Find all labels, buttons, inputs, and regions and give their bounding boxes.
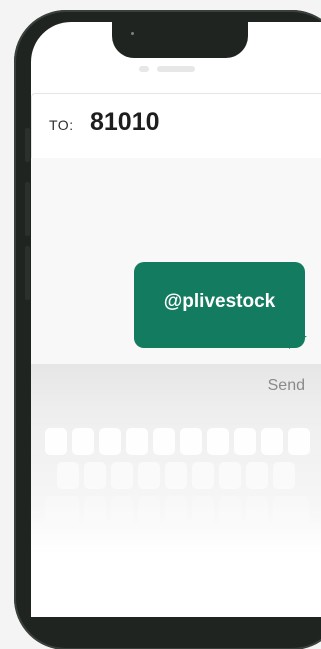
keyboard-key[interactable] bbox=[192, 462, 214, 489]
status-indicator bbox=[139, 66, 149, 72]
keyboard-key[interactable] bbox=[219, 462, 241, 489]
send-button[interactable]: Send bbox=[268, 377, 305, 395]
keyboard-key[interactable] bbox=[138, 462, 160, 489]
keyboard-key[interactable] bbox=[273, 496, 309, 523]
keyboard-key[interactable] bbox=[99, 428, 121, 455]
keyboard-key[interactable] bbox=[126, 428, 148, 455]
keyboard-key[interactable] bbox=[153, 428, 175, 455]
recipient-label: TO: bbox=[49, 117, 74, 133]
volume-down-button bbox=[25, 246, 30, 300]
compose-bar: Send bbox=[31, 364, 321, 410]
keyboard-key[interactable] bbox=[84, 462, 106, 489]
status-indicator bbox=[157, 66, 195, 72]
mute-switch bbox=[25, 128, 30, 162]
keyboard-key[interactable] bbox=[45, 496, 79, 523]
keyboard-key[interactable] bbox=[138, 496, 160, 523]
recipient-bar[interactable]: TO: 81010 bbox=[31, 93, 321, 159]
keyboard-key[interactable] bbox=[219, 496, 241, 523]
keyboard-key[interactable] bbox=[84, 496, 106, 523]
keyboard-key[interactable] bbox=[180, 428, 202, 455]
keyboard-key[interactable] bbox=[45, 428, 67, 455]
message-bubble: @plivestock bbox=[134, 262, 305, 348]
keyboard-key[interactable] bbox=[111, 496, 133, 523]
recipient-number[interactable]: 81010 bbox=[90, 108, 160, 137]
message-text: @plivestock bbox=[163, 291, 276, 312]
message-thread: @plivestock bbox=[31, 158, 321, 364]
keyboard-key[interactable] bbox=[165, 496, 187, 523]
keyboard-key[interactable] bbox=[57, 462, 79, 489]
keyboard-key[interactable] bbox=[246, 462, 268, 489]
keyboard-key[interactable] bbox=[192, 496, 214, 523]
keyboard-key[interactable] bbox=[261, 428, 283, 455]
keyboard-key[interactable] bbox=[72, 428, 94, 455]
front-camera-icon bbox=[131, 32, 134, 35]
keyboard bbox=[31, 410, 321, 617]
keyboard-key[interactable] bbox=[111, 462, 133, 489]
keyboard-key[interactable] bbox=[273, 462, 295, 489]
keyboard-key[interactable] bbox=[165, 462, 187, 489]
notch bbox=[112, 22, 248, 58]
keyboard-key[interactable] bbox=[288, 428, 310, 455]
keyboard-key[interactable] bbox=[234, 428, 256, 455]
keyboard-key[interactable] bbox=[207, 428, 229, 455]
phone-screen: TO: 81010 @plivestock Send bbox=[31, 22, 321, 617]
keyboard-key[interactable] bbox=[246, 496, 268, 523]
volume-up-button bbox=[25, 182, 30, 236]
stage: TO: 81010 @plivestock Send bbox=[0, 0, 321, 649]
